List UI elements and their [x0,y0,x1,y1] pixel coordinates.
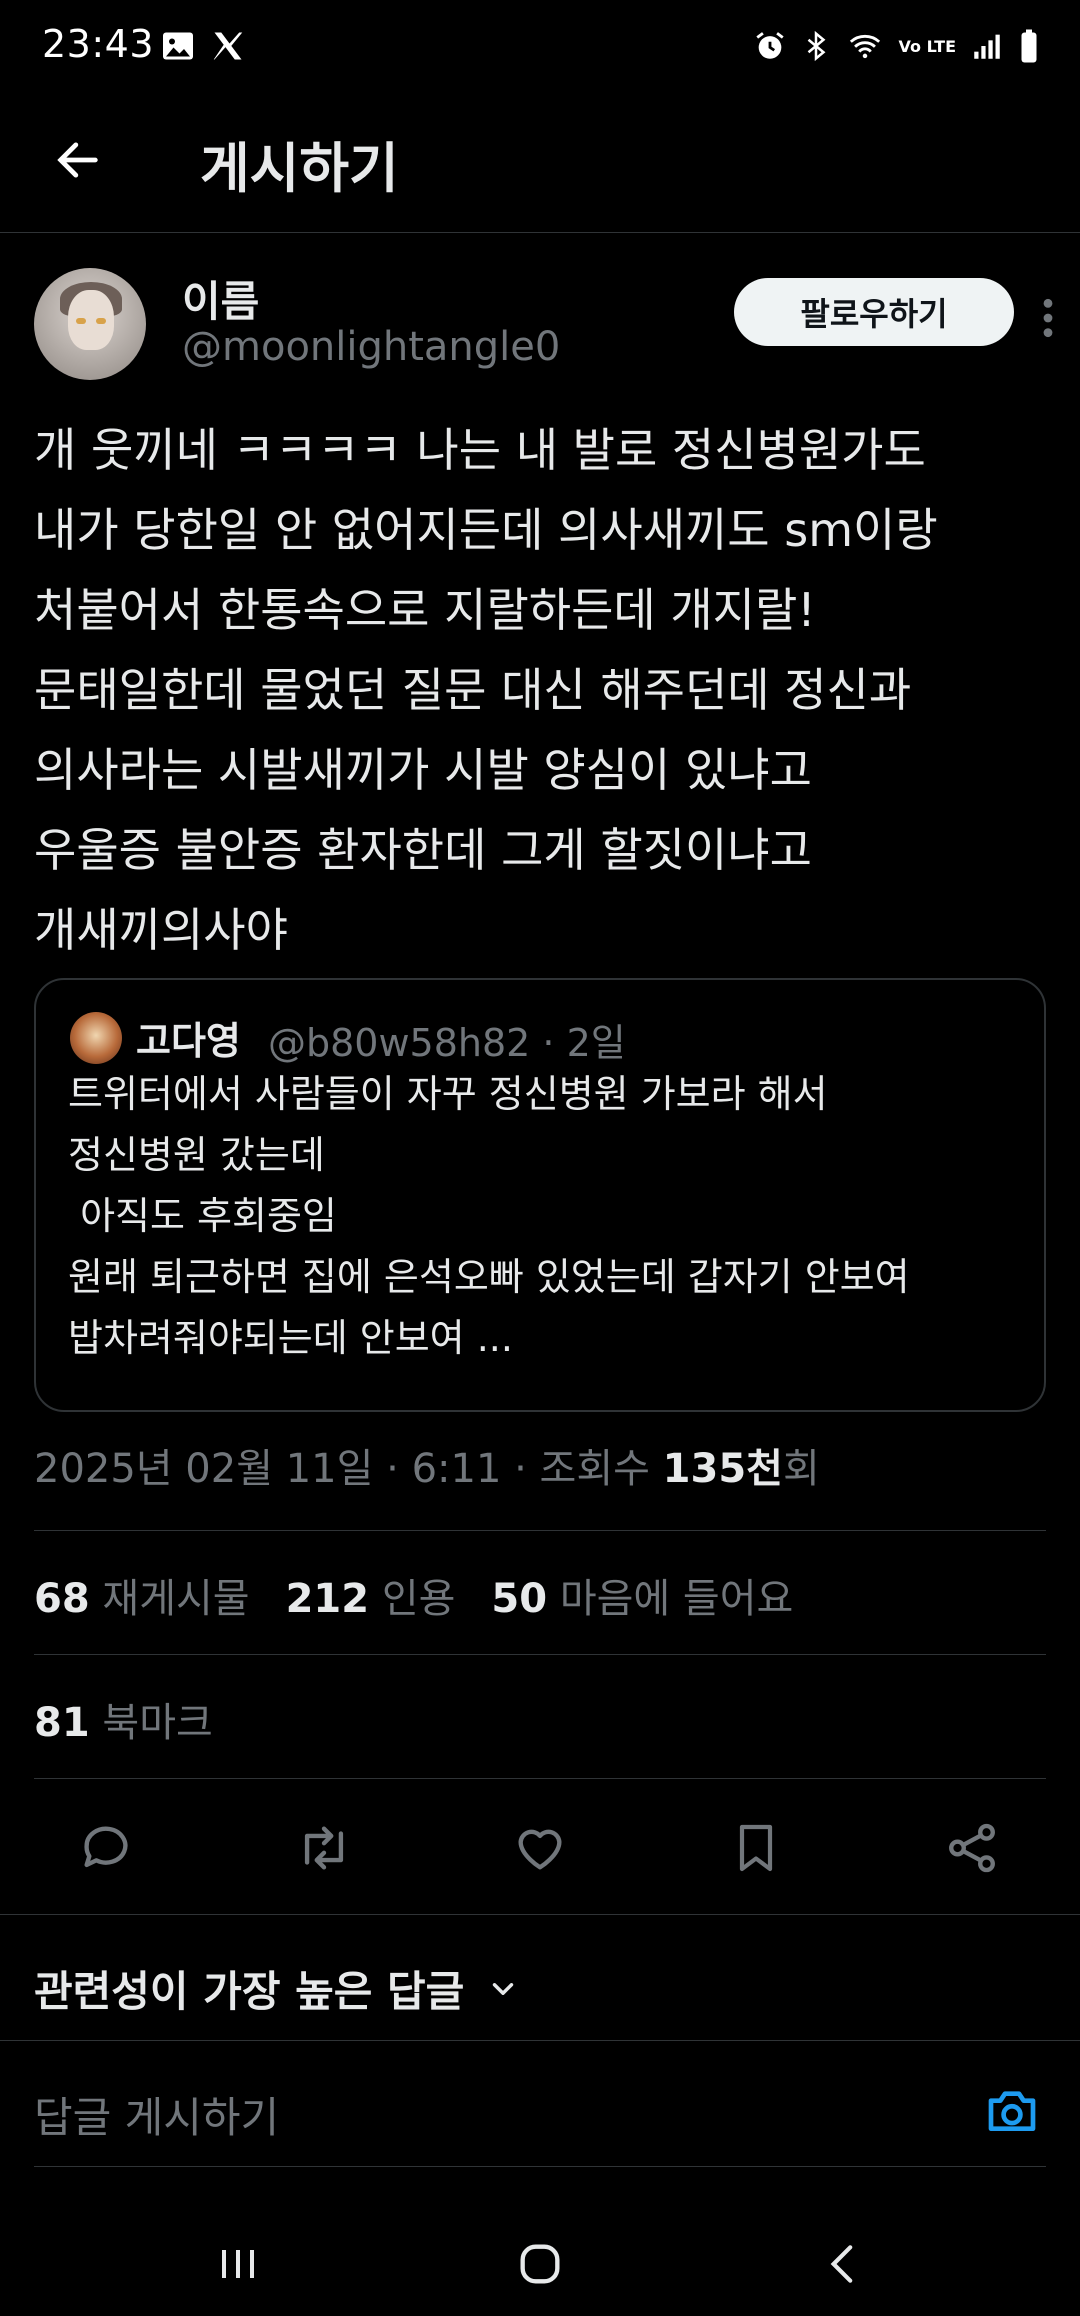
tweet-timestamp: 2025년 02월 11일 · 6:11 · 조회수 135천회 [34,1436,820,1494]
signal-icon [970,29,1004,63]
volte-icon: Vo LTE [898,36,956,56]
timestamp-text: 2025년 02월 11일 · 6:11 · 조회수 [34,1446,663,1492]
quotes-stat[interactable]: 212 인용 [286,1566,456,1624]
recent-apps-button[interactable] [208,2234,268,2294]
camera-icon [988,2091,1036,2131]
author-name[interactable]: 이름 [182,268,259,329]
follow-button[interactable]: 팔로우하기 [734,278,1014,346]
reposts-count: 68 [34,1576,90,1622]
home-icon [520,2244,560,2284]
divider [34,2166,1046,2167]
alarm-icon [753,29,787,63]
chevron-down-icon [493,1982,514,1995]
gallery-icon [160,28,196,64]
quoted-author-name: 고다영 [136,1019,241,1063]
system-nav-bar [0,2200,1080,2316]
share-button[interactable] [942,1818,1002,1878]
reply-input[interactable]: 답글 게시하기 [34,2084,279,2145]
status-left-icons [160,28,246,64]
like-button[interactable] [510,1818,570,1878]
status-bar: 23:43 Vo LTE [0,0,1080,100]
back-nav-button[interactable] [814,2234,874,2294]
reposts-stat[interactable]: 68 재게시물 [34,1566,250,1624]
camera-button[interactable] [982,2082,1042,2142]
bluetooth-icon [801,29,831,63]
reply-icon [84,1826,128,1868]
quoted-tweet[interactable]: 고다영 @b80w58h82 · 2일 트위터에서 사람들이 자꾸 정신병원 가… [34,978,1046,1412]
bookmark-button[interactable] [726,1818,786,1878]
likes-count: 50 [491,1576,548,1622]
quoted-avatar [70,1012,122,1064]
divider [34,1530,1046,1531]
bookmarks-count: 81 [34,1700,90,1746]
repost-button[interactable] [294,1818,354,1878]
like-icon [518,1829,562,1870]
view-suffix: 회 [782,1446,820,1492]
recents-icon [222,2250,254,2278]
share-icon [949,1823,995,1873]
divider [34,1654,1046,1655]
status-right-icons: Vo LTE [753,28,1040,64]
author-handle[interactable]: @moonlightangle0 [182,324,560,370]
divider [0,1914,1080,1915]
likes-stat[interactable]: 50 마음에 들어요 [491,1566,793,1624]
avatar[interactable] [34,268,146,380]
divider [34,1778,1046,1779]
repost-icon [304,1826,344,1870]
page-title: 게시하기 [200,137,399,200]
action-bar [0,1800,1080,1890]
quoted-author-handle: @b80w58h82 · 2일 [268,1021,626,1065]
top-bar: 게시하기 [0,100,1080,233]
view-count: 135천 [662,1446,783,1492]
replies-sort-dropdown[interactable]: 관련성이 가장 높은 답글 [34,1958,520,2019]
wifi-icon [845,29,885,63]
quotes-count: 212 [285,1576,370,1622]
back-button[interactable] [46,128,110,192]
back-arrow-icon [57,142,98,178]
tweet-text: 개 웃끼네 ㅋㅋㅋㅋ 나는 내 발로 정신병원가도 내가 당한일 안 없어지든데… [34,423,938,957]
bookmarks-label: 북마크 [102,1700,213,1746]
more-options-button[interactable] [1028,288,1068,348]
likes-label: 마음에 들어요 [559,1576,794,1622]
reply-button[interactable] [76,1818,136,1878]
replies-sort-label: 관련성이 가장 높은 답글 [34,1967,465,2016]
bookmark-icon [739,1824,773,1872]
back-nav-icon [830,2245,853,2283]
bookmarks-stat[interactable]: 81 북마크 [34,1690,213,1748]
quoted-tweet-text: 트위터에서 사람들이 자꾸 정신병원 가보라 해서 정신병원 갔는데 아직도 후… [68,1072,910,1360]
more-vertical-icon [1043,298,1053,338]
status-time: 23:43 [42,22,155,66]
divider [0,2040,1080,2041]
quotes-label: 인용 [381,1576,456,1622]
reposts-label: 재게시물 [102,1576,250,1622]
tweet-author: 이름 @moonlightangle0 팔로우하기 [34,268,1053,388]
tweet-stats: 68 재게시물 212 인용 50 마음에 들어요 [34,1566,793,1624]
home-button[interactable] [510,2234,570,2294]
x-logo-icon [210,28,246,64]
battery-icon [1018,28,1040,64]
